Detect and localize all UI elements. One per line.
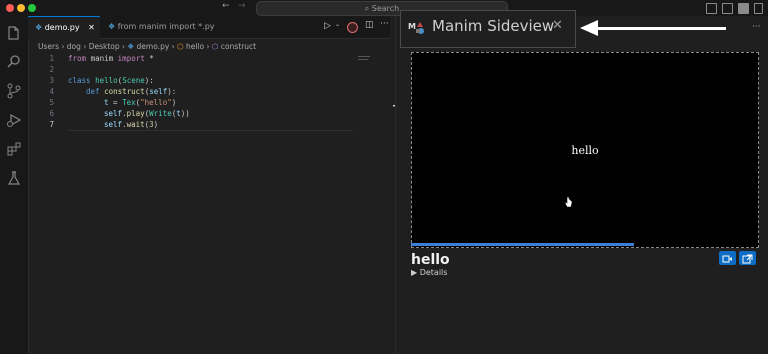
code-editor[interactable]: 1 2 3 4 5 6 7 from manim import * class … [28, 54, 390, 354]
manim-logo-icon: M [408, 22, 424, 34]
python-file-icon: ❖ [108, 22, 116, 31]
toggle-secondary-sidebar-icon[interactable] [738, 3, 749, 14]
svg-text:M: M [408, 22, 416, 31]
code-line-5: t = Tex("hello") [104, 98, 177, 107]
run-file-icon[interactable]: ▷ [324, 21, 331, 31]
breadcrumb-item[interactable]: Desktop [89, 42, 120, 51]
progress-bar[interactable] [411, 243, 634, 246]
external-link-icon [742, 254, 753, 264]
code-line-3: class hello(Scene): [68, 76, 154, 85]
code-token: wait [126, 120, 145, 129]
tab-label: demo.py [44, 23, 80, 32]
code-token: import [117, 54, 145, 63]
code-token: from [68, 54, 87, 63]
code-token: self [149, 87, 168, 96]
code-line-6: self.play(Write(t)) [104, 109, 190, 118]
details-label: Details [419, 268, 448, 277]
annotation-arrow-line [598, 27, 726, 30]
video-camera-icon [722, 255, 732, 263]
line-number: 2 [49, 65, 54, 74]
mouse-cursor-icon [564, 196, 573, 208]
explorer-icon[interactable] [6, 25, 22, 41]
search-icon: ⌕ [364, 4, 372, 13]
line-number: 6 [49, 109, 54, 118]
scene-name: hello [411, 252, 450, 268]
code-token: play [126, 109, 145, 118]
more-actions-icon[interactable]: ··· [752, 22, 761, 32]
close-icon[interactable]: ✕ [88, 23, 95, 32]
extensions-icon[interactable] [6, 141, 22, 157]
code-token: manim [90, 54, 114, 63]
code-token: construct [104, 87, 145, 96]
run-debug-icon[interactable] [6, 112, 22, 128]
code-token: self [104, 109, 123, 118]
breadcrumb-item[interactable]: dog [67, 42, 81, 51]
line-number-active: 7 [49, 120, 54, 129]
python-file-icon: ❖ [35, 23, 43, 32]
title-bar: ← → ⌕ Search [0, 0, 768, 16]
python-file-icon: ❖ [127, 42, 135, 51]
customize-layout-icon[interactable] [754, 3, 763, 14]
record-video-button[interactable] [719, 251, 736, 265]
toggle-sidebar-icon[interactable] [706, 3, 717, 14]
nav-forward-icon[interactable]: → [238, 1, 246, 11]
maximize-window-button[interactable] [28, 4, 36, 12]
breadcrumb-item[interactable]: Users [38, 42, 59, 51]
code-token: "hello" [140, 98, 172, 107]
code-token: Tex [122, 98, 136, 107]
code-line-4: def construct(self): [86, 87, 177, 96]
rendered-text: hello [571, 144, 599, 157]
more-actions-icon[interactable]: ··· [380, 19, 389, 29]
activity-bar [0, 16, 29, 354]
tab-from-manim-import[interactable]: ❖ from manim import *.py [102, 16, 262, 38]
close-window-button[interactable] [6, 4, 14, 12]
line-number: 1 [49, 54, 54, 63]
line-number: 4 [49, 87, 54, 96]
code-line-1: from manim import * [68, 54, 154, 63]
sideview-title: Manim Sideview [432, 17, 555, 35]
editor-tabs: ❖ demo.py ✕ ❖ from manim import *.py ▷ ⌄… [28, 16, 390, 39]
code-line-7: self.wait(3) [104, 120, 159, 129]
current-line-highlight [68, 130, 353, 131]
search-icon[interactable] [6, 54, 22, 70]
video-preview-canvas[interactable]: hello [411, 52, 759, 248]
breadcrumb-item[interactable]: construct [221, 42, 256, 51]
close-icon[interactable]: ✕ [552, 18, 563, 33]
breadcrumb: Users › dog › Desktop › ❖ demo.py › ⬡ he… [28, 40, 388, 54]
minimap[interactable] [358, 56, 370, 57]
record-icon[interactable] [347, 22, 358, 33]
details-toggle[interactable]: ▶ Details [411, 268, 447, 277]
chevron-down-icon[interactable]: ⌄ [335, 21, 340, 28]
nav-back-icon[interactable]: ← [222, 1, 230, 11]
triangle-right-icon: ▶ [411, 268, 418, 277]
code-token: hello [95, 76, 118, 85]
code-token: class [68, 76, 91, 85]
line-number: 3 [49, 76, 54, 85]
tab-demo-py[interactable]: ❖ demo.py ✕ [28, 16, 100, 39]
code-token: Write [149, 109, 172, 118]
minimize-window-button[interactable] [17, 4, 25, 12]
code-token: * [149, 54, 154, 63]
breadcrumb-item[interactable]: demo.py [137, 42, 170, 51]
code-token: def [86, 87, 100, 96]
split-editor-icon[interactable]: ◫ [365, 20, 374, 30]
breadcrumb-item[interactable]: hello [186, 42, 204, 51]
source-control-icon[interactable] [6, 83, 22, 99]
code-token: Scene [122, 76, 145, 85]
class-symbol-icon: ⬡ [177, 42, 184, 51]
method-symbol-icon: ⬡ [211, 42, 219, 51]
annotation-arrow-head [580, 20, 598, 36]
open-external-button[interactable] [739, 251, 756, 265]
testing-icon[interactable] [6, 170, 22, 186]
code-token: self [104, 120, 123, 129]
tab-label: from manim import *.py [117, 22, 215, 31]
toggle-panel-icon[interactable] [722, 3, 733, 14]
search-label: Search [371, 4, 400, 13]
line-number: 5 [49, 98, 54, 107]
minimap [358, 59, 368, 60]
